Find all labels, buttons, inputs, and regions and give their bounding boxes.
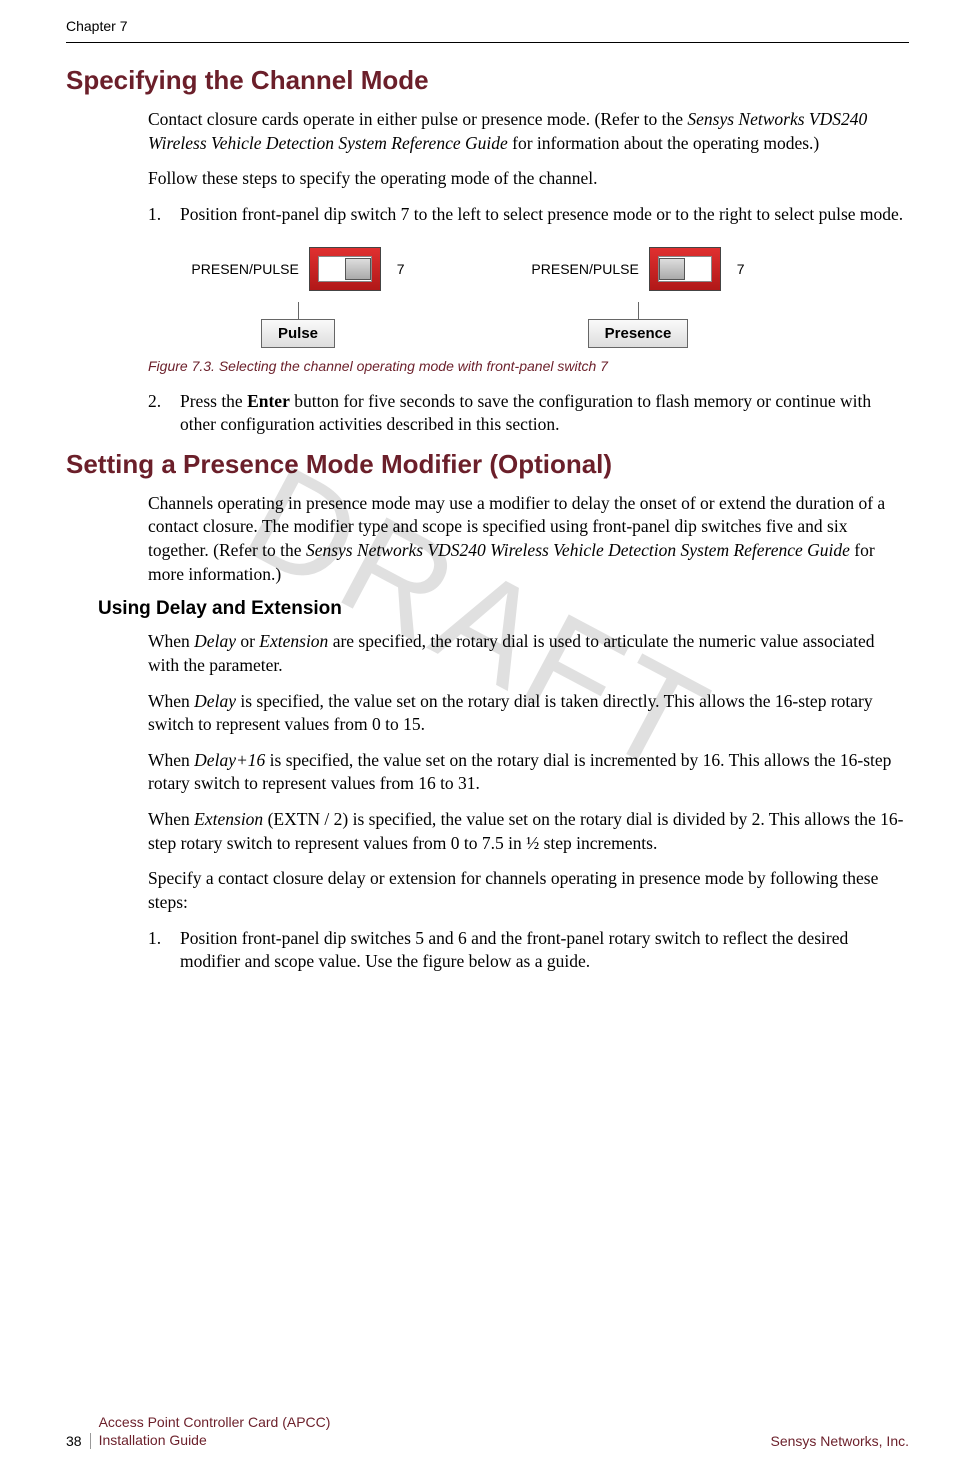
footer-title-line1: Access Point Controller Card (APCC) [99, 1414, 331, 1430]
figure-dip-switch: PRESEN/PULSE 7 Pulse PRESEN/PULSE [148, 239, 909, 348]
reference-title: Sensys Networks VDS240 Wireless Vehicle … [306, 540, 850, 560]
paragraph: When Extension (EXTN / 2) is specified, … [148, 808, 909, 855]
footer-title-line2: Installation Guide [99, 1432, 207, 1448]
dip-slider-icon [659, 258, 685, 280]
text: Contact closure cards operate in either … [148, 109, 687, 129]
text: When [148, 691, 194, 711]
dip-panel-icon [649, 247, 721, 291]
figure-tag-presence: Presence [588, 319, 689, 348]
paragraph: When Delay+16 is specified, the value se… [148, 749, 909, 796]
list-item: 1. Position front-panel dip switches 5 a… [148, 927, 909, 974]
paragraph: Contact closure cards operate in either … [148, 108, 909, 155]
list-number: 1. [148, 927, 180, 974]
text: When [148, 750, 194, 770]
term: Extension [259, 631, 328, 651]
subsection-title-delay-extension: Using Delay and Extension [98, 598, 909, 620]
switch-label: PRESEN/PULSE [191, 261, 298, 277]
figure-tag-pulse: Pulse [261, 319, 335, 348]
term: Delay+16 [194, 750, 265, 770]
dip-panel-icon [309, 247, 381, 291]
list-number: 2. [148, 390, 180, 437]
dip-slider-icon [345, 258, 371, 280]
term: Delay [194, 631, 236, 651]
text: or [236, 631, 259, 651]
dip-unit-presence: PRESEN/PULSE 7 Presence [488, 239, 788, 348]
dip-slot [658, 256, 712, 282]
switch-label: PRESEN/PULSE [531, 261, 638, 277]
text: Press the [180, 391, 247, 411]
chapter-header: Chapter 7 [0, 0, 975, 42]
text: When [148, 809, 194, 829]
figure-caption: Figure 7.3. Selecting the channel operat… [148, 358, 909, 374]
term: Extension [194, 809, 263, 829]
page-number: 38 [66, 1433, 91, 1449]
list-item: 2. Press the Enter button for five secon… [148, 390, 909, 437]
dip-unit-pulse: PRESEN/PULSE 7 Pulse [148, 239, 448, 348]
text: is specified, the value set on the rotar… [148, 691, 873, 735]
page-footer: 38 Access Point Controller Card (APCC) I… [0, 1414, 975, 1449]
paragraph: Specify a contact closure delay or exten… [148, 867, 909, 914]
list-item: 1. Position front-panel dip switch 7 to … [148, 203, 909, 227]
list-number: 1. [148, 203, 180, 227]
dip-slot [318, 256, 372, 282]
section-title-presence-modifier: Setting a Presence Mode Modifier (Option… [66, 449, 909, 480]
switch-number: 7 [397, 261, 405, 277]
list-text: Position front-panel dip switches 5 and … [180, 927, 909, 974]
footer-company: Sensys Networks, Inc. [771, 1433, 910, 1449]
text: for information about the operating mode… [508, 133, 820, 153]
paragraph: When Delay or Extension are specified, t… [148, 630, 909, 677]
list-text: Position front-panel dip switch 7 to the… [180, 203, 903, 227]
section-title-channel-mode: Specifying the Channel Mode [66, 65, 909, 96]
paragraph: Channels operating in presence mode may … [148, 492, 909, 587]
list-text: Press the Enter button for five seconds … [180, 390, 909, 437]
text: When [148, 631, 194, 651]
paragraph: Follow these steps to specify the operat… [148, 167, 909, 191]
switch-number: 7 [737, 261, 745, 277]
paragraph: When Delay is specified, the value set o… [148, 690, 909, 737]
term: Delay [194, 691, 236, 711]
button-mention: Enter [247, 391, 290, 411]
